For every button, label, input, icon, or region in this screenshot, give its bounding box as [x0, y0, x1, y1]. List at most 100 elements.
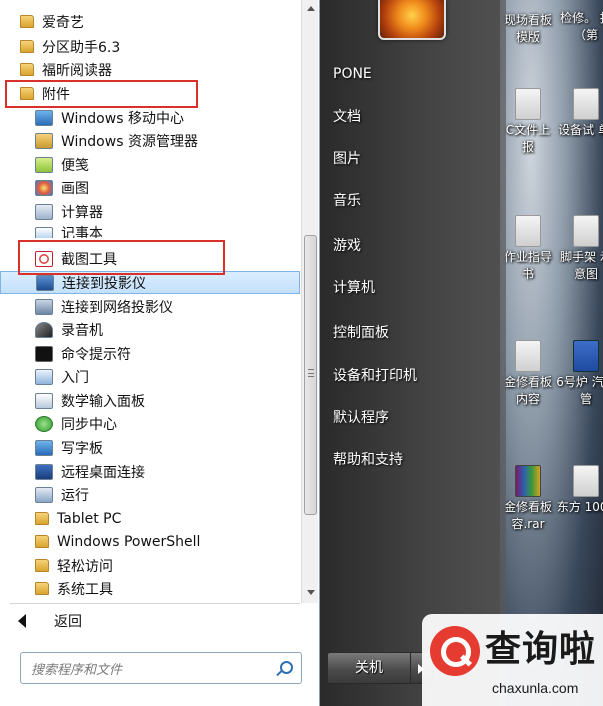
doc-icon: [573, 88, 599, 120]
calculator-icon: [35, 203, 53, 220]
back-arrow-icon: [18, 614, 26, 628]
run-icon: [35, 486, 53, 503]
program-item[interactable]: 连接到网络投影仪: [0, 295, 300, 318]
desktop-icon-label: 6号炉 汽母管: [556, 375, 603, 406]
right-item-pictures[interactable]: 图片: [333, 147, 361, 171]
program-label: 福昕阅读器: [42, 62, 112, 79]
scrollbar[interactable]: [301, 0, 318, 603]
network-projector-icon: [35, 298, 53, 315]
right-item-devices-printers[interactable]: 设备和打印机: [333, 364, 417, 388]
user-picture[interactable]: [378, 0, 446, 40]
program-item[interactable]: 数学输入面板: [0, 389, 300, 412]
desktop-icon[interactable]: 东方 1000: [556, 465, 603, 516]
word-doc-icon: [573, 340, 599, 372]
right-item-documents[interactable]: 文档: [333, 105, 361, 129]
folder-icon: [20, 63, 34, 76]
program-item[interactable]: 记事本: [0, 224, 300, 238]
search-icon[interactable]: [280, 661, 293, 674]
folder-icon: [35, 582, 49, 595]
program-label: 数学输入面板: [61, 393, 145, 410]
back-button[interactable]: 返回: [0, 608, 300, 634]
program-label: Tablet PC: [57, 510, 122, 527]
scroll-up-arrow-icon[interactable]: [307, 6, 315, 11]
right-item-computer[interactable]: 计算机: [333, 276, 375, 300]
remote-desktop-icon: [35, 463, 53, 480]
program-label: 写字板: [61, 440, 103, 457]
shutdown-button[interactable]: 关机: [327, 652, 411, 684]
projector-icon: [36, 274, 54, 291]
program-folder[interactable]: 爱奇艺: [0, 10, 300, 33]
desktop-icon[interactable]: 6号炉 汽母管: [556, 340, 603, 408]
desktop-icon-label: 设备试 单.: [558, 123, 603, 137]
program-item[interactable]: 入门: [0, 365, 300, 388]
desktop-icon-label: 金修看板 内容: [503, 375, 552, 406]
search-input[interactable]: 搜索程序和文件: [20, 652, 302, 684]
desktop-icon[interactable]: 金修看板 容.rar: [500, 465, 558, 533]
program-label: Windows PowerShell: [57, 533, 201, 550]
program-label: Windows 移动中心: [61, 110, 184, 127]
program-item[interactable]: 画图: [0, 176, 300, 199]
program-folder[interactable]: 分区助手6.3: [0, 35, 300, 58]
program-folder[interactable]: Tablet PC: [0, 507, 300, 530]
program-item[interactable]: 运行: [0, 483, 300, 506]
right-item-music[interactable]: 音乐: [333, 189, 361, 213]
folder-icon: [20, 40, 34, 53]
program-item[interactable]: 命令提示符: [0, 342, 300, 365]
back-label: 返回: [54, 614, 82, 630]
desktop-icon[interactable]: 检修。 报（第: [556, 10, 603, 44]
scroll-thumb[interactable]: [304, 235, 317, 515]
program-item[interactable]: 录音机: [0, 318, 300, 341]
desktop-icon[interactable]: 金修看板 内容: [500, 340, 558, 408]
program-item[interactable]: 同步中心: [0, 412, 300, 435]
right-item-help-support[interactable]: 帮助和支持: [333, 448, 403, 472]
program-label: 录音机: [61, 322, 103, 339]
program-label: 远程桌面连接: [61, 464, 145, 481]
right-item-default-programs[interactable]: 默认程序: [333, 406, 389, 430]
desktop-icon[interactable]: 作业指导 书: [500, 215, 558, 283]
program-item[interactable]: 写字板: [0, 436, 300, 459]
desktop-icon-label: 检修。 报（第: [560, 11, 603, 42]
program-item[interactable]: Windows 资源管理器: [0, 129, 300, 152]
desktop-icon-label: 东方 1000: [556, 500, 603, 514]
program-folder[interactable]: 轻松访问: [0, 554, 300, 577]
sticky-notes-icon: [35, 156, 53, 173]
folder-icon: [35, 559, 49, 572]
doc-icon: [573, 465, 599, 497]
desktop-icon[interactable]: 设备试 单.: [556, 88, 603, 139]
program-item[interactable]: 计算器: [0, 200, 300, 223]
program-label: 便笺: [61, 157, 89, 174]
program-folder[interactable]: 福昕阅读器: [0, 58, 300, 81]
desktop-icon[interactable]: C文件上 报: [500, 88, 558, 156]
program-folder[interactable]: 系统工具: [0, 577, 300, 600]
divider: [10, 603, 300, 604]
doc-icon: [515, 88, 541, 120]
program-item[interactable]: 便笺: [0, 153, 300, 176]
program-item[interactable]: Windows 移动中心: [0, 106, 300, 129]
watermark-title: 查询啦: [485, 629, 597, 670]
right-item-games[interactable]: 游戏: [333, 234, 361, 258]
scroll-down-arrow-icon[interactable]: [307, 590, 315, 595]
doc-icon: [515, 215, 541, 247]
folder-icon: [35, 535, 49, 548]
program-label: 系统工具: [57, 581, 113, 598]
program-label: 命令提示符: [61, 346, 131, 363]
grip-icon: [308, 369, 314, 377]
program-list: 爱奇艺 分区助手6.3 福昕阅读器 附件 Windows 移动中心 Window…: [0, 0, 305, 603]
program-label: 运行: [61, 487, 89, 504]
right-item-user[interactable]: PONE: [333, 62, 372, 86]
right-item-control-panel[interactable]: 控制面板: [333, 321, 389, 345]
doc-icon: [573, 215, 599, 247]
math-input-icon: [35, 392, 53, 409]
program-folder[interactable]: Windows PowerShell: [0, 530, 300, 553]
annotation-box-snipping-tool: [18, 240, 225, 275]
desktop-icon-label: 作业指导 书: [503, 250, 552, 281]
program-label: 爱奇艺: [42, 14, 84, 31]
program-item[interactable]: 远程桌面连接: [0, 460, 300, 483]
program-label: Windows 资源管理器: [61, 133, 198, 150]
watermark: 查询啦 chaxunla.com: [422, 614, 603, 706]
desktop-icon[interactable]: 脚手架 示意图: [556, 215, 603, 283]
desktop-icon[interactable]: 现场看板 模版: [500, 10, 558, 46]
program-label: 连接到投影仪: [62, 275, 146, 292]
microphone-icon: [35, 321, 53, 338]
paint-icon: [35, 179, 53, 196]
